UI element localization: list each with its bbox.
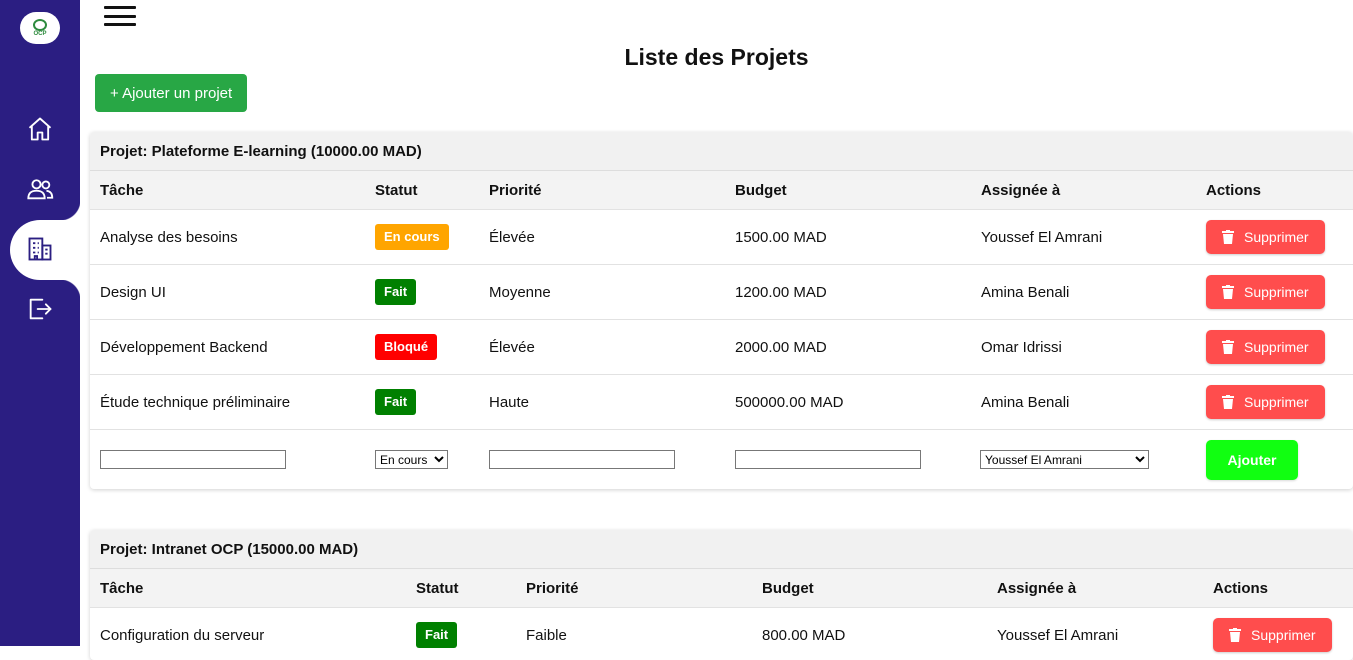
task-budget: 1500.00 MAD — [735, 228, 827, 246]
users-icon — [27, 179, 54, 200]
task-name: Configuration du serveur — [100, 626, 265, 644]
task-assignee: Youssef El Amrani — [997, 626, 1119, 644]
delete-task-button[interactable]: Supprimer — [1206, 275, 1325, 309]
table-row: Configuration du serveur Fait Faible 800… — [90, 608, 1353, 660]
table-header-row: Tâche Statut Priorité Budget Assignée à … — [90, 569, 1353, 608]
column-header-priority: Priorité — [526, 579, 579, 597]
table-row: Étude technique préliminaire Fait Haute … — [90, 375, 1353, 430]
task-name-input[interactable] — [100, 450, 286, 469]
task-priority: Faible — [526, 626, 567, 644]
column-header-actions: Actions — [1213, 579, 1269, 597]
building-icon — [28, 237, 52, 261]
task-assignee: Youssef El Amrani — [981, 228, 1103, 246]
task-priority: Moyenne — [489, 283, 551, 301]
logo-emblem-icon — [33, 18, 47, 31]
task-priority: Haute — [489, 393, 530, 411]
priority-input[interactable] — [489, 450, 675, 469]
table-header-row: Tâche Statut Priorité Budget Assignée à … — [90, 171, 1353, 210]
column-header-status: Statut — [375, 181, 418, 199]
task-name: Développement Backend — [100, 338, 268, 356]
status-badge: Fait — [375, 279, 417, 305]
task-name: Analyse des besoins — [100, 228, 238, 246]
task-name: Design UI — [100, 283, 166, 301]
delete-task-button[interactable]: Supprimer — [1213, 618, 1332, 652]
budget-input[interactable] — [735, 450, 921, 469]
task-priority: Élevée — [489, 228, 535, 246]
column-header-priority: Priorité — [489, 181, 542, 199]
task-assignee: Omar Idrissi — [981, 338, 1062, 356]
sidebar-item-logout[interactable] — [0, 279, 80, 339]
menu-toggle-button[interactable] — [104, 6, 136, 26]
hamburger-icon — [104, 6, 136, 9]
delete-label: Supprimer — [1251, 627, 1316, 643]
delete-label: Supprimer — [1244, 284, 1309, 300]
column-header-budget: Budget — [762, 579, 814, 597]
task-priority: Élevée — [489, 338, 535, 356]
project-card: Projet: Intranet OCP (15000.00 MAD) Tâch… — [90, 530, 1353, 660]
status-badge: Fait — [416, 622, 458, 648]
trash-icon — [1222, 340, 1234, 354]
table-row: Design UI Fait Moyenne 1200.00 MAD Amina… — [90, 265, 1353, 320]
project-header: Projet: Intranet OCP (15000.00 MAD) — [90, 530, 1353, 569]
home-icon — [28, 117, 52, 141]
sidebar-item-projects[interactable] — [0, 219, 80, 279]
column-header-task: Tâche — [100, 579, 144, 597]
add-task-form-row: En cours Youssef El Amrani Ajouter — [90, 430, 1353, 489]
delete-label: Supprimer — [1244, 394, 1309, 410]
task-assignee: Amina Benali — [981, 393, 1070, 411]
column-header-budget: Budget — [735, 181, 787, 199]
status-badge: Bloqué — [375, 334, 438, 360]
project-card: Projet: Plateforme E-learning (10000.00 … — [90, 132, 1353, 489]
delete-task-button[interactable]: Supprimer — [1206, 220, 1325, 254]
task-assignee: Amina Benali — [981, 283, 1070, 301]
task-name: Étude technique préliminaire — [100, 393, 291, 411]
status-badge: En cours — [375, 224, 449, 250]
project-header: Projet: Plateforme E-learning (10000.00 … — [90, 132, 1353, 171]
delete-task-button[interactable]: Supprimer — [1206, 330, 1325, 364]
assignee-select[interactable]: Youssef El Amrani — [980, 450, 1149, 469]
trash-icon — [1222, 285, 1234, 299]
ocp-logo[interactable]: OCP — [20, 12, 60, 44]
trash-icon — [1229, 628, 1241, 642]
logout-icon — [29, 298, 52, 320]
sidebar: OCP — [0, 0, 80, 646]
column-header-assignee: Assignée à — [997, 579, 1077, 597]
trash-icon — [1222, 230, 1234, 244]
column-header-actions: Actions — [1206, 181, 1262, 199]
page-title: Liste des Projets — [624, 44, 809, 70]
delete-label: Supprimer — [1244, 339, 1309, 355]
task-budget: 500000.00 MAD — [735, 393, 844, 411]
column-header-assignee: Assignée à — [981, 181, 1061, 199]
column-header-status: Statut — [416, 579, 459, 597]
task-budget: 800.00 MAD — [762, 626, 846, 644]
sidebar-item-home[interactable] — [0, 99, 80, 159]
task-budget: 2000.00 MAD — [735, 338, 827, 356]
table-row: Analyse des besoins En cours Élevée 1500… — [90, 210, 1353, 265]
trash-icon — [1222, 395, 1234, 409]
logo-text: OCP — [33, 30, 47, 37]
status-badge: Fait — [375, 389, 417, 415]
add-task-button[interactable]: Ajouter — [1206, 439, 1298, 480]
status-select[interactable]: En cours — [375, 450, 448, 469]
delete-task-button[interactable]: Supprimer — [1206, 385, 1325, 419]
column-header-task: Tâche — [100, 181, 144, 199]
table-row: Développement Backend Bloqué Élevée 2000… — [90, 320, 1353, 375]
delete-label: Supprimer — [1244, 229, 1309, 245]
task-budget: 1200.00 MAD — [735, 283, 827, 301]
add-project-button[interactable]: + Ajouter un projet — [95, 74, 248, 112]
